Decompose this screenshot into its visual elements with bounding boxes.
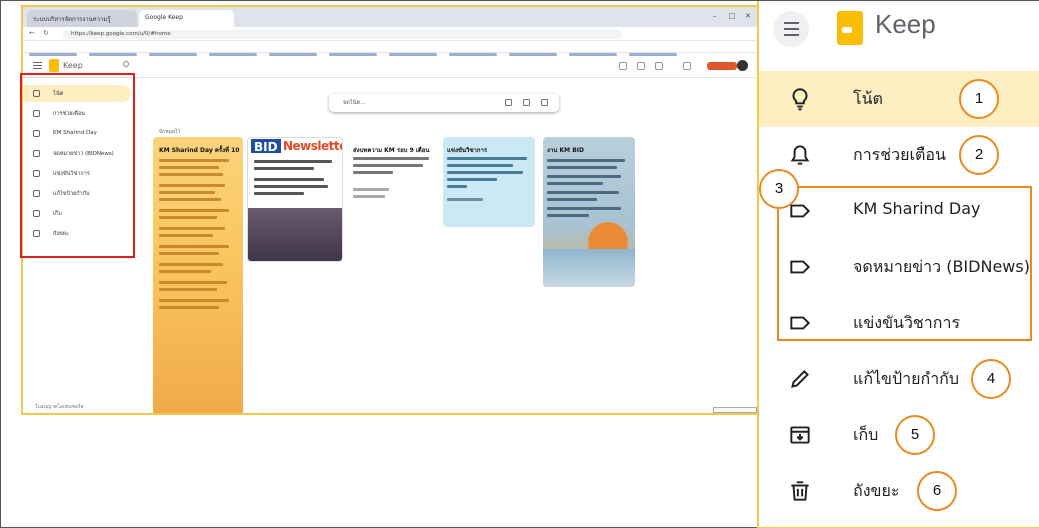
settings-icon[interactable] xyxy=(655,62,663,70)
note-title: KM Sharind Day ครั้งที่ 10 xyxy=(159,147,240,154)
browser-tab[interactable]: ระบบบริหารจัดการงานความรู้ xyxy=(27,10,137,27)
sidebar-item-label: ถังขยะ xyxy=(853,481,900,500)
pencil-icon xyxy=(791,370,809,388)
image-icon[interactable] xyxy=(541,99,548,106)
note-body xyxy=(353,157,431,202)
note-body xyxy=(547,159,629,221)
menu-icon xyxy=(784,34,799,36)
license-link[interactable]: ใบอนุญาตโอเพนซอร์ส xyxy=(35,403,84,411)
pinned-section-label: ปักหมุดไว้ xyxy=(159,129,181,135)
note-card[interactable]: งาน KM BID xyxy=(543,137,635,287)
note-body xyxy=(254,160,338,199)
label-icon xyxy=(790,260,811,274)
menu-icon xyxy=(784,22,799,24)
avatar[interactable] xyxy=(737,60,748,71)
archive-icon xyxy=(790,426,810,444)
step-badge: 6 xyxy=(917,471,957,511)
sidebar-item-label: การช่วยเตือน xyxy=(853,145,946,164)
sidebar-item-label: แก้ไขป้ายกำกับ xyxy=(853,369,960,388)
note-title: ส่งบทความ KM รอบ 9 เดือน xyxy=(353,147,430,154)
bookmarks-bar xyxy=(23,41,757,56)
step-badge: 4 xyxy=(971,359,1011,399)
menu-icon[interactable] xyxy=(33,62,42,69)
sidebar-item-label: โน้ต xyxy=(853,89,883,108)
bid-logo-box: BID xyxy=(251,139,281,154)
sidebar-item-label: แข่งขันวิชาการ xyxy=(853,313,961,332)
note-body xyxy=(159,159,235,313)
list-view-icon[interactable] xyxy=(637,62,645,70)
bid-newsletter-banner: BID Newsletter xyxy=(248,138,342,154)
label-icon xyxy=(790,316,811,330)
keep-sidebar-zoom: Keep โน้ต 1 การช่วยเตือน 2 3 KM Sharind … xyxy=(757,1,1039,528)
sidebar-item-label: จดหมายข่าว (BIDNews) xyxy=(853,257,1030,276)
keep-logo-icon xyxy=(837,11,863,45)
brush-icon[interactable] xyxy=(523,99,530,106)
take-note-placeholder: จดโน้ต... xyxy=(343,100,366,106)
note-image xyxy=(248,208,342,261)
address-bar: ← ↻ https://keep.google.com/u/0/#home xyxy=(23,27,757,41)
app-title: Keep xyxy=(875,9,936,39)
apps-icon[interactable] xyxy=(683,62,691,70)
bid-logo-text: BID xyxy=(254,140,278,154)
lightbulb-icon xyxy=(792,88,808,111)
sidebar-item-label: KM Sharind Day xyxy=(853,199,981,218)
search-icon[interactable] xyxy=(123,61,129,67)
sidebar-item-label-academic[interactable]: แข่งขันวิชาการ xyxy=(759,295,1039,351)
refresh-icon[interactable] xyxy=(619,62,627,70)
note-body xyxy=(447,157,529,205)
checkbox-icon[interactable] xyxy=(505,99,512,106)
keep-mini-title: Keep xyxy=(63,61,83,70)
keep-header: Keep xyxy=(759,1,1039,61)
url-field[interactable]: https://keep.google.com/u/0/#home xyxy=(63,30,623,39)
tutorial-figure: ระบบบริหารจัดการงานความรู้ Google Keep –… xyxy=(0,0,1039,528)
close-icon[interactable]: ✕ xyxy=(745,12,751,20)
step-badge: 5 xyxy=(895,415,935,455)
sidebar-item-label: เก็บ xyxy=(853,425,879,444)
step-badge: 2 xyxy=(959,135,999,175)
take-note-bar[interactable]: จดโน้ต... xyxy=(329,94,559,112)
keep-logo-icon xyxy=(49,59,59,72)
note-title: แข่งขันวิชาการ xyxy=(447,147,488,154)
reload-icon[interactable]: ↻ xyxy=(43,29,49,37)
main-menu-button[interactable] xyxy=(773,11,809,47)
note-card[interactable]: แข่งขันวิชาการ xyxy=(443,137,535,227)
browser-tab-bar: ระบบบริหารจัดการงานความรู้ Google Keep –… xyxy=(23,7,757,27)
note-card[interactable]: BID Newsletter xyxy=(247,137,343,262)
step-badge: 1 xyxy=(959,79,999,119)
open-source-tag xyxy=(713,407,757,413)
browser-tab-active[interactable]: Google Keep xyxy=(139,10,234,27)
note-card[interactable]: KM Sharind Day ครั้งที่ 10 xyxy=(153,137,243,413)
sidebar-item-trash[interactable]: ถังขยะ xyxy=(759,463,1039,519)
sidebar-item-label-bidnews[interactable]: จดหมายข่าว (BIDNews) xyxy=(759,239,1039,295)
bell-icon xyxy=(790,145,810,165)
note-card[interactable]: ส่งบทความ KM รอบ 9 เดือน xyxy=(349,137,435,215)
back-icon[interactable]: ← xyxy=(29,29,35,37)
menu-icon xyxy=(784,28,799,30)
account-banner[interactable] xyxy=(707,62,737,70)
minimize-icon[interactable]: – xyxy=(713,12,717,20)
label-icon xyxy=(790,204,811,218)
note-image xyxy=(543,249,635,287)
maximize-icon[interactable]: □ xyxy=(729,12,736,20)
sidebar-item-label-km[interactable]: KM Sharind Day xyxy=(759,183,1039,239)
newsletter-logo-text: Newsletter xyxy=(283,139,342,153)
sidebar-highlight-box xyxy=(20,73,135,258)
trash-icon xyxy=(791,481,809,501)
note-title: งาน KM BID xyxy=(547,147,584,154)
